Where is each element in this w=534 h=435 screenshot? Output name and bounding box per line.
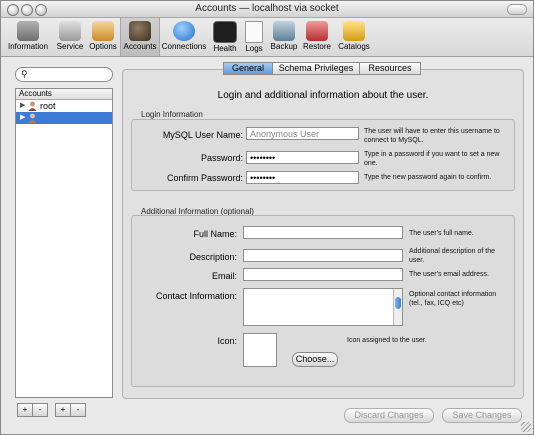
tab-general[interactable]: General (223, 62, 273, 75)
toolbar-service[interactable]: Service (53, 18, 87, 56)
remove-host-button[interactable]: - (70, 403, 86, 417)
add-host-button[interactable]: + (55, 403, 71, 417)
toolbar-backup[interactable]: Backup (268, 18, 300, 56)
disclosure-triangle-icon[interactable]: ▶ (20, 112, 25, 124)
remove-host-icon: - (76, 405, 80, 414)
email-input[interactable] (243, 268, 403, 281)
accounts-list: Accounts ▶ root ▶ (15, 88, 113, 398)
remove-user-icon: - (38, 405, 42, 414)
user-icon-well[interactable] (243, 333, 277, 367)
tab-resources[interactable]: Resources (359, 62, 421, 75)
full-name-input[interactable] (243, 226, 403, 239)
email-help: The user's email address. (409, 271, 489, 278)
discard-changes-button[interactable]: Discard Changes (344, 408, 434, 423)
username-help: The user will have to enter this usernam… (364, 128, 500, 144)
window-title: Accounts — localhost via socket (195, 3, 339, 14)
toolbar: Information Service Options Accounts Con… (1, 18, 533, 57)
confirm-password-input[interactable]: •••••••• (246, 171, 359, 184)
toolbar-restore[interactable]: Restore (301, 18, 333, 56)
main-window: Accounts — localhost via socket Informat… (0, 0, 534, 435)
accounts-users-icon (129, 21, 151, 41)
backup-drive-icon (273, 21, 295, 41)
confirm-password-help: Type the new password again to confirm. (364, 174, 492, 181)
description-label: Description: (189, 252, 237, 262)
icon-label: Icon: (217, 336, 237, 346)
remove-user-button[interactable]: - (32, 403, 48, 417)
options-checklist-icon (92, 21, 114, 41)
general-panel: Login and additional information about t… (122, 69, 524, 399)
full-name-label: Full Name: (193, 229, 237, 239)
login-group-label: Login Information (141, 110, 203, 119)
tab-schema-privileges[interactable]: Schema Privileges (272, 62, 360, 75)
title-bar: Accounts — localhost via socket (1, 1, 533, 18)
user-icon (28, 101, 37, 111)
add-host-icon: + (60, 405, 66, 414)
globe-icon (173, 21, 195, 41)
restore-drive-icon (306, 21, 328, 41)
search-input[interactable]: ⚲ (15, 67, 113, 82)
toolbar-catalogs[interactable]: Catalogs (335, 18, 373, 56)
password-help: Type in a password if you want to set a … (364, 151, 500, 167)
contact-information-help: Optional contact information (tel., fax,… (409, 291, 497, 307)
panel-heading: Login and additional information about t… (217, 90, 429, 101)
scrollbar-thumb[interactable] (395, 297, 401, 309)
disclosure-triangle-icon[interactable]: ▶ (20, 100, 25, 112)
accounts-list-header[interactable]: Accounts (16, 89, 112, 100)
full-name-help: The user's full name. (409, 230, 474, 237)
toolbar-connections[interactable]: Connections (160, 18, 208, 56)
logs-document-icon (245, 21, 263, 43)
contact-scrollbar[interactable] (393, 289, 402, 325)
additional-information-group: Full Name: The user's full name. Descrip… (131, 215, 515, 387)
add-user-icon: + (22, 405, 28, 414)
toolbar-information[interactable]: Information (5, 18, 51, 56)
toolbar-toggle-button[interactable] (507, 4, 527, 15)
account-name: root (40, 101, 56, 111)
email-label: Email: (211, 271, 237, 281)
contact-information-label: Contact Information: (155, 291, 237, 301)
save-changes-button[interactable]: Save Changes (442, 408, 522, 423)
username-label: MySQL User Name: (162, 130, 243, 140)
toolbar-health[interactable]: Health (210, 18, 240, 56)
user-icon (28, 113, 37, 123)
icon-help: Icon assigned to the user. (347, 337, 427, 344)
password-label: Password: (200, 153, 243, 163)
accounts-sidebar: ⚲ Accounts ▶ root ▶ (15, 67, 113, 398)
catalogs-database-icon (343, 21, 365, 41)
login-information-group: MySQL User Name: Anonymous User The user… (131, 119, 515, 191)
server-icon (17, 21, 39, 41)
health-monitor-icon (213, 21, 237, 43)
description-input[interactable] (243, 249, 403, 262)
toolbar-options[interactable]: Options (87, 18, 119, 56)
contact-information-textarea[interactable] (243, 288, 403, 326)
account-row-root[interactable]: ▶ root (16, 100, 112, 112)
description-help: Additional description of the user. (409, 248, 495, 264)
password-input[interactable]: •••••••• (246, 151, 359, 164)
choose-icon-button[interactable]: Choose... (292, 352, 338, 367)
toolbar-logs[interactable]: Logs (242, 18, 266, 56)
toolbar-accounts[interactable]: Accounts (120, 18, 160, 56)
username-input[interactable]: Anonymous User (246, 127, 359, 140)
confirm-password-label: Confirm Password: (166, 173, 243, 183)
add-user-button[interactable]: + (17, 403, 33, 417)
magnifier-icon: ⚲ (21, 69, 28, 79)
window-resize-grip[interactable] (521, 422, 531, 432)
account-row-anonymous[interactable]: ▶ (16, 112, 112, 124)
service-gear-icon (59, 21, 81, 41)
